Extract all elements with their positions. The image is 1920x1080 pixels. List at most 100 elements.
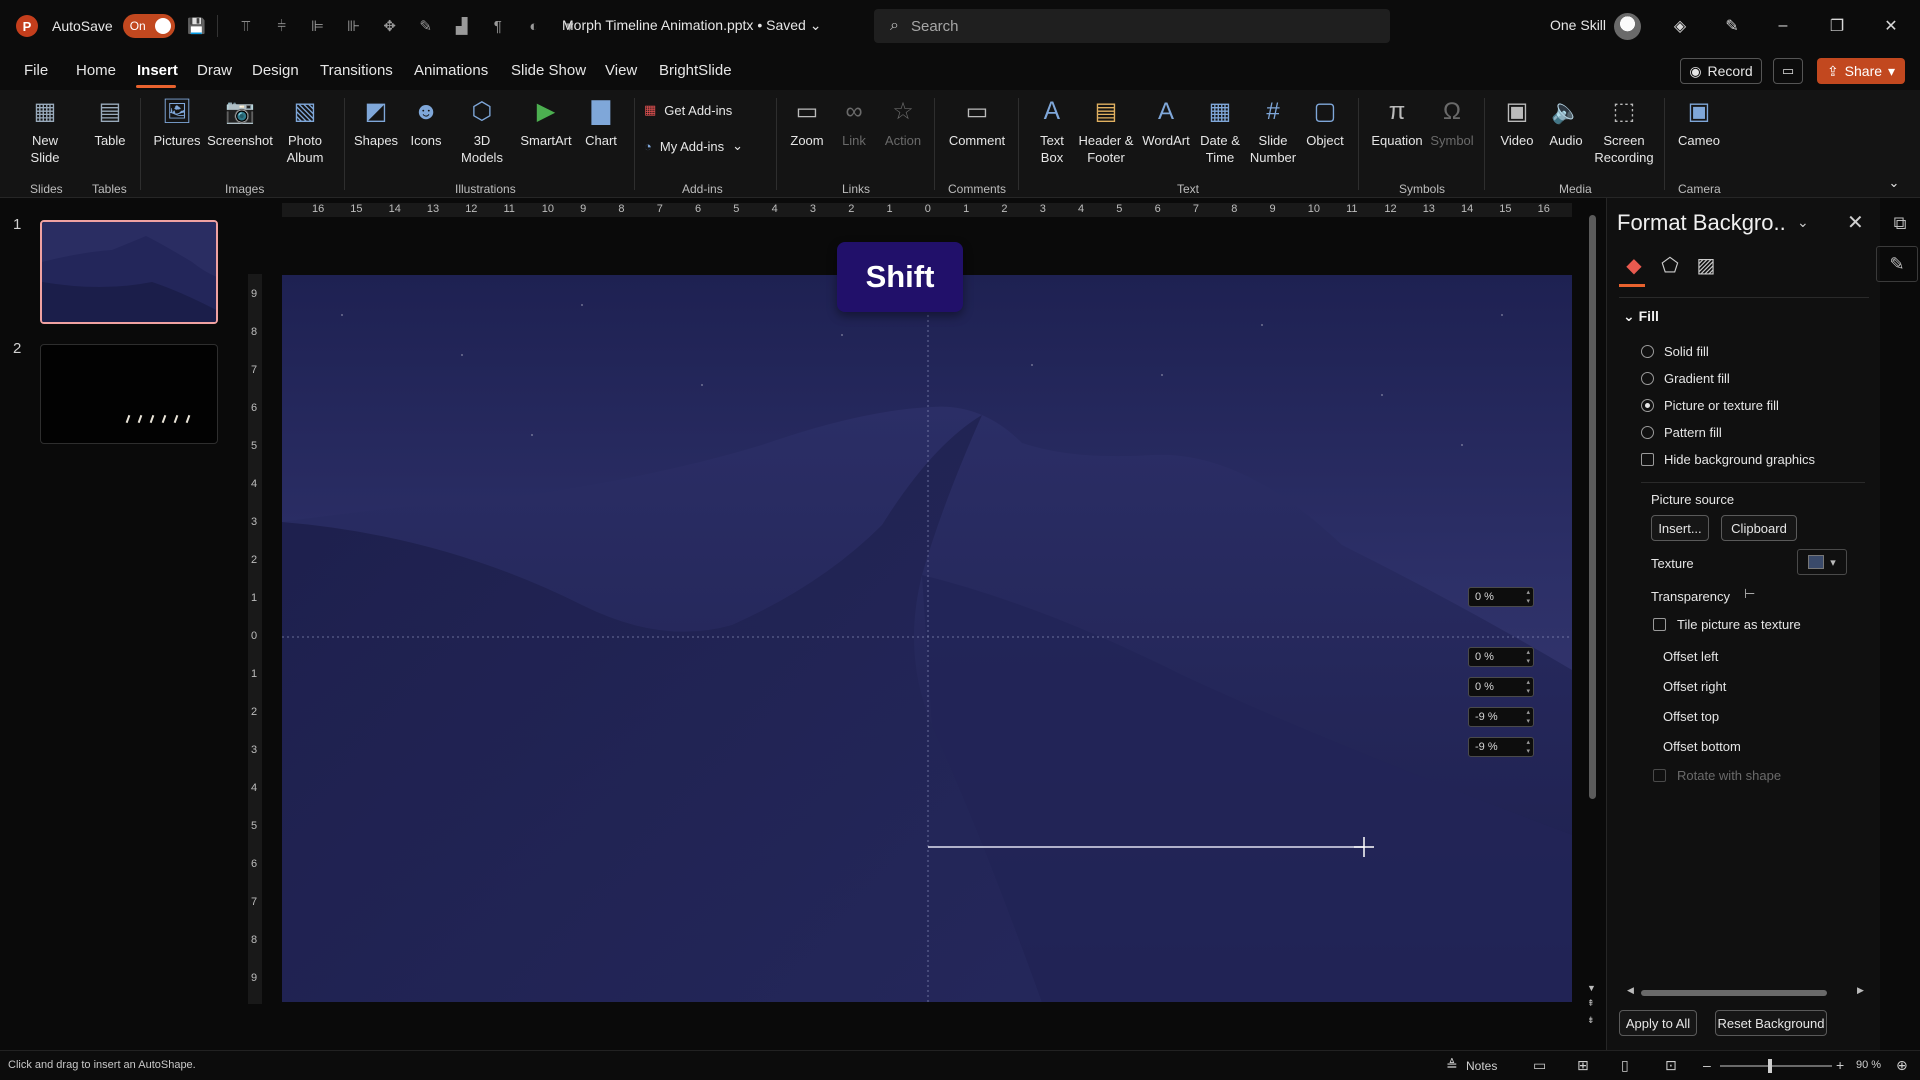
search-input[interactable]: ⌕ Search	[874, 9, 1390, 43]
fill-tab-icon[interactable]: ◆	[1619, 250, 1649, 280]
tab-brightslide[interactable]: BrightSlide	[659, 62, 732, 79]
spinner-arrows-icon[interactable]: ▴ ▾	[1526, 738, 1530, 756]
radio-button-checked[interactable]	[1641, 399, 1654, 412]
notes-button[interactable]: Notes	[1466, 1059, 1497, 1073]
photo-album-button[interactable]: ▧ Photo Album	[276, 94, 334, 166]
gradient-fill-option[interactable]: Gradient fill	[1641, 371, 1730, 386]
close-pane-button[interactable]: ✕	[1847, 210, 1864, 235]
date-time-button[interactable]: ▦ Date & Time	[1194, 94, 1246, 166]
object-button[interactable]: ▢ Object	[1300, 94, 1350, 149]
header-footer-button[interactable]: ▤ Header & Footer	[1076, 94, 1136, 166]
reset-background-button[interactable]: Reset Background	[1715, 1010, 1827, 1036]
user-name[interactable]: One Skill	[1550, 17, 1606, 33]
tab-file[interactable]: File	[24, 62, 48, 79]
effects-tab-icon[interactable]: ⬠	[1655, 250, 1685, 280]
zoom-in-icon[interactable]: +	[1836, 1057, 1844, 1073]
pen-icon[interactable]: ✎	[412, 12, 440, 40]
shape-fill-icon[interactable]: ◐	[520, 12, 548, 40]
slide-show-icon[interactable]: ⊡	[1665, 1057, 1677, 1074]
align-middle-icon[interactable]: ⫩	[268, 12, 296, 40]
apply-to-all-button[interactable]: Apply to All	[1619, 1010, 1697, 1036]
slide-canvas[interactable]	[282, 275, 1572, 1002]
format-pane-toggle-icon[interactable]: ✎	[1876, 246, 1918, 282]
offset-top-input[interactable]: -9 % ▴ ▾	[1468, 707, 1534, 727]
link-button[interactable]: ∞ Link	[834, 94, 874, 149]
picture-tab-icon[interactable]: ▨	[1691, 250, 1721, 280]
chart-button[interactable]: ▇ Chart	[580, 94, 622, 149]
document-title[interactable]: Morph Timeline Animation.pptx • Saved ⌄	[562, 17, 821, 34]
smartart-button[interactable]: ▶ SmartArt	[516, 94, 576, 149]
tile-checkbox[interactable]	[1653, 618, 1666, 631]
chart-icon[interactable]: ▟	[448, 12, 476, 40]
offset-bottom-input[interactable]: -9 % ▴ ▾	[1468, 737, 1534, 757]
zoom-button[interactable]: ▭ Zoom	[784, 94, 830, 149]
diamond-icon[interactable]: ◈	[1665, 12, 1695, 40]
hide-background-graphics-option[interactable]: Hide background graphics	[1641, 452, 1815, 467]
screen-recording-button[interactable]: ⬚ Screen Recording	[1592, 94, 1656, 166]
normal-view-icon[interactable]: ▭	[1533, 1057, 1546, 1074]
tab-animations[interactable]: Animations	[414, 62, 488, 79]
cameo-button[interactable]: ▣ Cameo	[1674, 94, 1724, 149]
transparency-input[interactable]: 0 % ▴ ▾	[1468, 587, 1534, 607]
radio-button[interactable]	[1641, 345, 1654, 358]
icons-button[interactable]: ☻ Icons	[404, 94, 448, 149]
zoom-out-icon[interactable]: –	[1703, 1057, 1711, 1073]
tab-design[interactable]: Design	[252, 62, 299, 79]
texture-picker[interactable]: ▾	[1797, 549, 1847, 575]
fill-section-header[interactable]: ⌄ Fill	[1623, 308, 1659, 325]
slide-sorter-icon[interactable]: ⊞	[1577, 1057, 1589, 1074]
slide-number-button[interactable]: # Slide Number	[1248, 94, 1298, 166]
scroll-down-icon[interactable]: ▼	[1587, 983, 1596, 993]
spinner-arrows-icon[interactable]: ▴ ▾	[1526, 678, 1530, 696]
new-slide-button[interactable]: ▦ New Slide	[20, 94, 70, 166]
rotate-checkbox[interactable]	[1653, 769, 1666, 782]
solid-fill-option[interactable]: Solid fill	[1641, 344, 1709, 359]
save-icon[interactable]: 💾	[183, 12, 211, 40]
tab-transitions[interactable]: Transitions	[320, 62, 393, 79]
transparency-slider[interactable]: ⊢	[1744, 586, 1755, 602]
tab-draw[interactable]: Draw	[197, 62, 232, 79]
audio-button[interactable]: 🔈 Audio	[1544, 94, 1588, 149]
pen-icon[interactable]: ✎	[1717, 12, 1747, 40]
next-slide-icon[interactable]: ⇟	[1587, 1015, 1595, 1026]
my-addins-button[interactable]: ◔ My Add-ins ⌄	[644, 138, 743, 154]
autosave-toggle[interactable]: On	[122, 14, 175, 38]
avatar[interactable]	[1614, 13, 1641, 40]
action-button[interactable]: ☆ Action	[880, 94, 926, 149]
previous-slide-icon[interactable]: ⇞	[1587, 998, 1595, 1009]
insert-picture-button[interactable]: Insert...	[1651, 515, 1709, 541]
offset-left-input[interactable]: 0 % ▴ ▾	[1468, 647, 1534, 667]
video-button[interactable]: ▣ Video	[1494, 94, 1540, 149]
vertical-scrollbar[interactable]: ▼ ⇞ ⇟	[1586, 203, 1598, 1033]
clipboard-button[interactable]: Clipboard	[1721, 515, 1797, 541]
picture-fill-option[interactable]: Picture or texture fill	[1641, 398, 1779, 413]
slide-thumbnail-1[interactable]	[40, 220, 218, 324]
scroll-left-icon[interactable]: ◀	[1627, 985, 1634, 996]
spinner-arrows-icon[interactable]: ▴ ▾	[1526, 588, 1530, 606]
horizontal-scrollbar[interactable]: ◀ ▶	[1627, 985, 1867, 998]
pattern-fill-option[interactable]: Pattern fill	[1641, 425, 1722, 440]
scroll-right-icon[interactable]: ▶	[1857, 985, 1864, 996]
maximize-button[interactable]: ❐	[1822, 12, 1852, 40]
spinner-arrows-icon[interactable]: ▴ ▾	[1526, 648, 1530, 666]
3d-models-button[interactable]: ⬡ 3D Models	[452, 94, 512, 166]
align-right-icon[interactable]: ⊪	[340, 12, 368, 40]
tab-view[interactable]: View	[605, 62, 637, 79]
text-direction-icon[interactable]: ¶	[484, 12, 512, 40]
wordart-button[interactable]: A WordArt	[1138, 94, 1194, 149]
minimize-button[interactable]: –	[1768, 12, 1798, 40]
comments-button[interactable]: ▭	[1773, 58, 1803, 84]
align-left-icon[interactable]: ⊫	[304, 12, 332, 40]
tab-insert[interactable]: Insert	[137, 62, 178, 79]
tab-home[interactable]: Home	[76, 62, 116, 79]
table-button[interactable]: ▤ Table	[88, 94, 132, 149]
comment-button[interactable]: ▭ Comment	[944, 94, 1010, 149]
fit-to-window-icon[interactable]: ⊕	[1896, 1057, 1908, 1074]
reading-view-icon[interactable]: ▯	[1621, 1057, 1629, 1074]
pictures-button[interactable]: 🖼 Pictures	[148, 94, 206, 149]
screenshot-button[interactable]: 📷 Screenshot	[204, 94, 276, 149]
scrollbar-thumb[interactable]	[1641, 990, 1827, 996]
radio-button[interactable]	[1641, 372, 1654, 385]
symbol-button[interactable]: Ω Symbol	[1428, 94, 1476, 149]
collapse-ribbon-button[interactable]: ⌄	[1884, 174, 1904, 191]
